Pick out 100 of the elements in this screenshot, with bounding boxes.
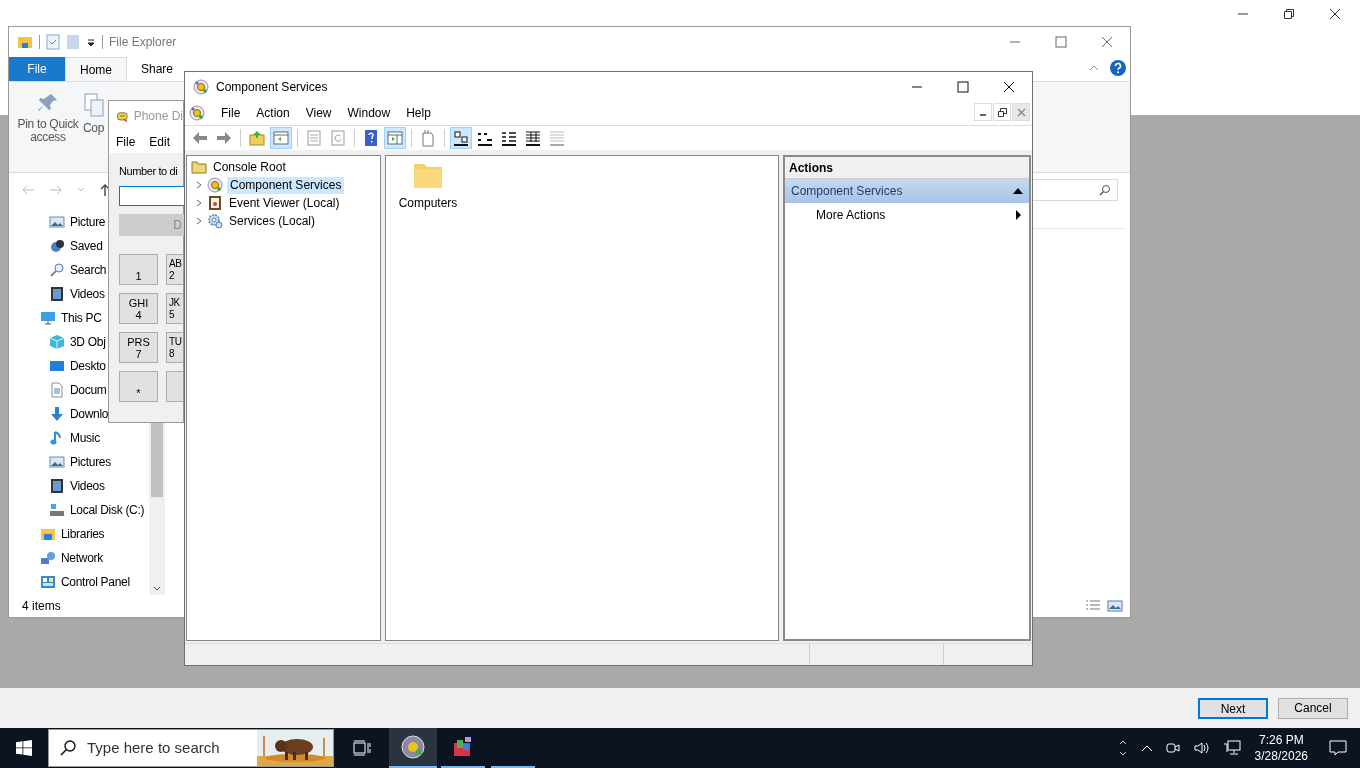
chevron-down-icon[interactable] (1118, 751, 1127, 757)
volume-icon[interactable] (1192, 740, 1211, 756)
clock[interactable]: 7:26 PM 3/28/2026 (1254, 732, 1308, 764)
forward-arrow-icon (215, 129, 233, 147)
dial-key[interactable]: JK 5 (166, 292, 183, 324)
dial-key[interactable]: AB 2 (166, 253, 183, 285)
document-icon (419, 129, 437, 147)
nav-item[interactable]: Libraries (9, 522, 149, 546)
file-menu-tab[interactable]: File (9, 57, 65, 81)
search-icon (49, 262, 65, 278)
cube-icon (49, 334, 65, 350)
folder-item[interactable]: Computers (390, 160, 466, 212)
list-icon (500, 129, 518, 147)
notifications-icon[interactable] (1329, 739, 1347, 757)
nav-item[interactable]: Pictures (9, 450, 149, 474)
pin-button[interactable]: Pin to Quick access (15, 92, 81, 144)
properties-icon[interactable] (46, 34, 60, 50)
submenu-arrow-icon (1016, 210, 1021, 220)
nav-item[interactable]: Local Disk (C:) (9, 498, 149, 522)
control-panel-icon (40, 574, 56, 590)
menu-item[interactable]: Help (406, 104, 431, 122)
restore-icon[interactable] (997, 107, 1007, 117)
dial-key[interactable]: 1 (119, 253, 158, 285)
dial-key[interactable]: TU 8 (166, 331, 183, 363)
task-view-icon (353, 740, 371, 756)
gear-globe-icon[interactable] (189, 105, 205, 121)
nav-item[interactable]: Control Panel (9, 570, 149, 594)
properties-icon (305, 129, 323, 147)
download-arrow-icon (49, 406, 65, 422)
search-icon[interactable] (1099, 184, 1111, 196)
gear-globe-icon[interactable] (193, 78, 209, 95)
dropdown-icon[interactable] (86, 37, 96, 47)
search-field[interactable]: Type here to search (48, 729, 334, 767)
tree-item[interactable]: Services (Local) (227, 212, 318, 230)
dial-key[interactable]: GHI 4 (119, 292, 158, 324)
close-icon[interactable] (1329, 8, 1341, 20)
details-icon (524, 129, 542, 147)
camera-icon[interactable] (1164, 740, 1181, 756)
image-icon (49, 214, 65, 230)
maximize-icon[interactable] (957, 80, 969, 93)
gears-icon (207, 213, 223, 229)
window-title: Phone Di (133, 108, 183, 125)
large-icons-icon (452, 129, 470, 147)
refresh-icon (329, 129, 347, 147)
tree-item[interactable]: Console Root (211, 158, 288, 176)
menu-item[interactable]: Edit (149, 133, 171, 151)
dialog-button[interactable]: Cancel (1278, 697, 1348, 719)
console-tree-icon (272, 129, 290, 147)
large-icons-view-icon[interactable] (1107, 599, 1123, 613)
image-icon (49, 454, 65, 470)
nav-item[interactable]: Videos (9, 474, 149, 498)
nav-item[interactable]: Network (9, 546, 149, 570)
log-book-icon (207, 195, 223, 211)
close-icon[interactable] (1003, 80, 1015, 93)
collapse-triangle-icon[interactable] (1013, 187, 1023, 195)
film-icon (49, 478, 65, 494)
number-field[interactable] (119, 185, 185, 206)
tree-item[interactable]: Component Services (227, 176, 345, 194)
copy-button[interactable]: Cop (83, 92, 107, 135)
search-icon (59, 739, 77, 757)
filter-view-icon (548, 129, 566, 147)
menu-item[interactable]: View (305, 104, 332, 122)
menu-item[interactable]: File (221, 104, 241, 122)
ribbon-tab[interactable]: Share (127, 57, 188, 81)
mdi-minimize-button[interactable] (974, 103, 992, 121)
desktop-icon (49, 358, 65, 374)
film-icon (49, 286, 65, 302)
monitor-icon (40, 310, 56, 326)
scroll-down-icon[interactable] (153, 586, 161, 592)
menu-item[interactable]: File (116, 133, 136, 151)
menu-item[interactable]: Window (347, 104, 391, 122)
up-arrow-icon[interactable] (99, 183, 111, 197)
folder-icon (40, 526, 56, 542)
menu-item[interactable]: Action (256, 104, 290, 122)
section-header[interactable]: Component Services (785, 179, 1029, 203)
chevron-up-icon[interactable] (1118, 739, 1127, 745)
pane-header: Actions (785, 157, 1029, 179)
dialog-button[interactable]: Next (1198, 697, 1268, 719)
gear-globe-icon (207, 177, 223, 193)
dial-key[interactable]: * (119, 370, 158, 402)
window-title: Component Services (216, 78, 328, 96)
dial-key[interactable]: PRS 7 (119, 331, 158, 363)
status-text: 4 items (22, 598, 61, 615)
document-icon (49, 382, 65, 398)
nav-item[interactable]: Music (9, 426, 149, 450)
tree-item[interactable]: Event Viewer (Local) (227, 194, 342, 212)
copy-icon (83, 92, 105, 118)
clock-time: 7:26 PM (1258, 732, 1304, 748)
help-icon[interactable] (1110, 60, 1126, 76)
mdi-restore-button[interactable] (993, 103, 1011, 121)
network-icon[interactable] (1222, 740, 1241, 756)
taskbar-app-button[interactable] (389, 728, 437, 768)
folder-icon[interactable] (17, 34, 33, 50)
toolbar-button[interactable] (450, 127, 472, 149)
clock-date: 3/28/2026 (1254, 748, 1308, 764)
maximize-icon[interactable] (1055, 36, 1067, 48)
search-placeholder: Type here to search (87, 737, 221, 758)
ribbon-tab[interactable]: Home (65, 57, 127, 81)
restore-icon[interactable] (1283, 8, 1295, 20)
action-item[interactable]: More Actions (785, 203, 1029, 227)
